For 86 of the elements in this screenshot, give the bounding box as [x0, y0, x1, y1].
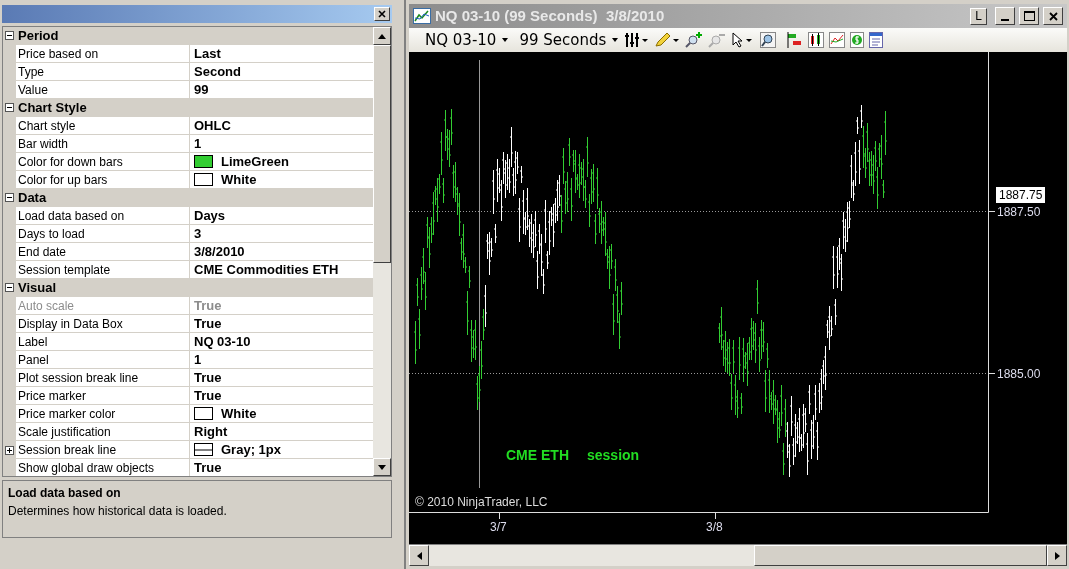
price-label: 1885.00 [997, 366, 1041, 383]
category-header[interactable]: Visual [16, 277, 57, 298]
close-button[interactable] [374, 7, 390, 21]
property-value[interactable]: True [194, 367, 222, 388]
property-value[interactable]: Last [194, 43, 221, 64]
property-value[interactable]: 1 [194, 349, 202, 370]
property-name: Price marker [18, 387, 86, 405]
maximize-button[interactable] [1019, 7, 1039, 25]
property-name: Session template [18, 261, 111, 279]
line-chart-icon[interactable] [829, 32, 846, 48]
property-name: Color for down bars [18, 153, 123, 171]
caret-icon [502, 38, 509, 42]
close-icon [1048, 11, 1058, 21]
property-name: Price based on [18, 45, 99, 63]
copyright-text: © 2010 NinjaTrader, LLC [415, 494, 548, 511]
property-name: End date [18, 243, 67, 261]
caret-icon [612, 38, 619, 42]
maximize-icon [1023, 11, 1035, 21]
dollar-icon[interactable] [850, 32, 865, 48]
property-value[interactable]: True [194, 457, 222, 476]
expand-icon[interactable] [5, 445, 14, 455]
category-header[interactable]: Chart Style [16, 97, 87, 118]
property-name: Auto scale [18, 297, 75, 315]
property-name: Display in Data Box [18, 315, 123, 333]
candlestick-icon[interactable] [808, 32, 825, 48]
price-label: 1887.50 [997, 204, 1041, 221]
property-name: Scale justification [18, 423, 111, 441]
scrollbar-thumb[interactable] [754, 545, 1047, 566]
scrollbar-thumb[interactable] [373, 45, 391, 263]
collapse-icon[interactable] [5, 103, 14, 112]
chart-app-icon [413, 8, 431, 24]
tick-mark [987, 373, 996, 374]
minimize-button[interactable] [995, 7, 1015, 25]
property-value[interactable]: True [194, 313, 222, 334]
magnifier-icon[interactable] [760, 32, 777, 48]
description-title: Load data based on [8, 485, 122, 502]
property-name: Chart style [18, 117, 76, 135]
tick-mark [499, 511, 500, 520]
property-name: Load data based on [18, 207, 125, 225]
property-name: Value [18, 81, 48, 99]
property-value[interactable]: 1 [194, 133, 202, 154]
property-name: Panel [18, 351, 49, 369]
pencil-icon[interactable] [654, 32, 681, 48]
property-name: Label [18, 333, 48, 351]
line-style-icon [194, 443, 213, 456]
date-label: 3/7 [490, 520, 507, 534]
session-label: CME ETH [506, 446, 569, 465]
collapse-icon[interactable] [5, 193, 14, 202]
tick-mark [715, 511, 716, 520]
instrument-dropdown[interactable]: NQ 03-10 [421, 28, 513, 52]
close-button[interactable] [1043, 7, 1063, 25]
property-value[interactable]: 3 [194, 223, 202, 244]
property-name: Price marker color [18, 405, 116, 423]
close-icon [378, 10, 386, 18]
zoom-in-icon[interactable] [685, 32, 704, 48]
window-layout-icon[interactable] [869, 32, 884, 48]
session-label: session [587, 446, 640, 465]
collapse-icon[interactable] [5, 283, 14, 292]
property-name: Bar width [18, 135, 69, 153]
property-name: Show global draw objects [18, 459, 155, 476]
property-name: Days to load [18, 225, 85, 243]
scroll-left-icon[interactable] [409, 545, 429, 566]
description-text: Determines how historical data is loaded. [8, 503, 228, 520]
scrollbar[interactable] [373, 27, 391, 476]
property-name: Type [18, 63, 44, 81]
property-name: Color for up bars [18, 171, 108, 189]
property-name: Session break line [18, 441, 117, 459]
scroll-up-icon[interactable] [373, 27, 391, 45]
link-button[interactable]: L [970, 7, 987, 25]
horizontal-scrollbar[interactable] [409, 544, 1067, 566]
collapse-icon[interactable] [5, 31, 14, 40]
property-value[interactable]: True [194, 385, 222, 406]
minimize-icon [1001, 19, 1009, 21]
property-value[interactable]: 99 [194, 79, 209, 100]
bar-chart-icon[interactable] [787, 32, 804, 48]
window-title: NQ 03-10 (99 Seconds) 3/8/2010 [435, 5, 666, 26]
category-header[interactable]: Data [16, 187, 47, 208]
interval-dropdown[interactable]: 99 Seconds [517, 28, 621, 52]
price-marker: 1887.75 [996, 187, 1046, 203]
category-header[interactable]: Period [16, 27, 59, 46]
scroll-right-icon[interactable] [1047, 545, 1067, 566]
tick-mark [987, 211, 996, 212]
bar-style-icon[interactable] [625, 32, 650, 48]
scroll-down-icon[interactable] [373, 458, 391, 476]
property-name: Plot session break line [18, 369, 139, 387]
date-label: 3/8 [706, 520, 723, 534]
